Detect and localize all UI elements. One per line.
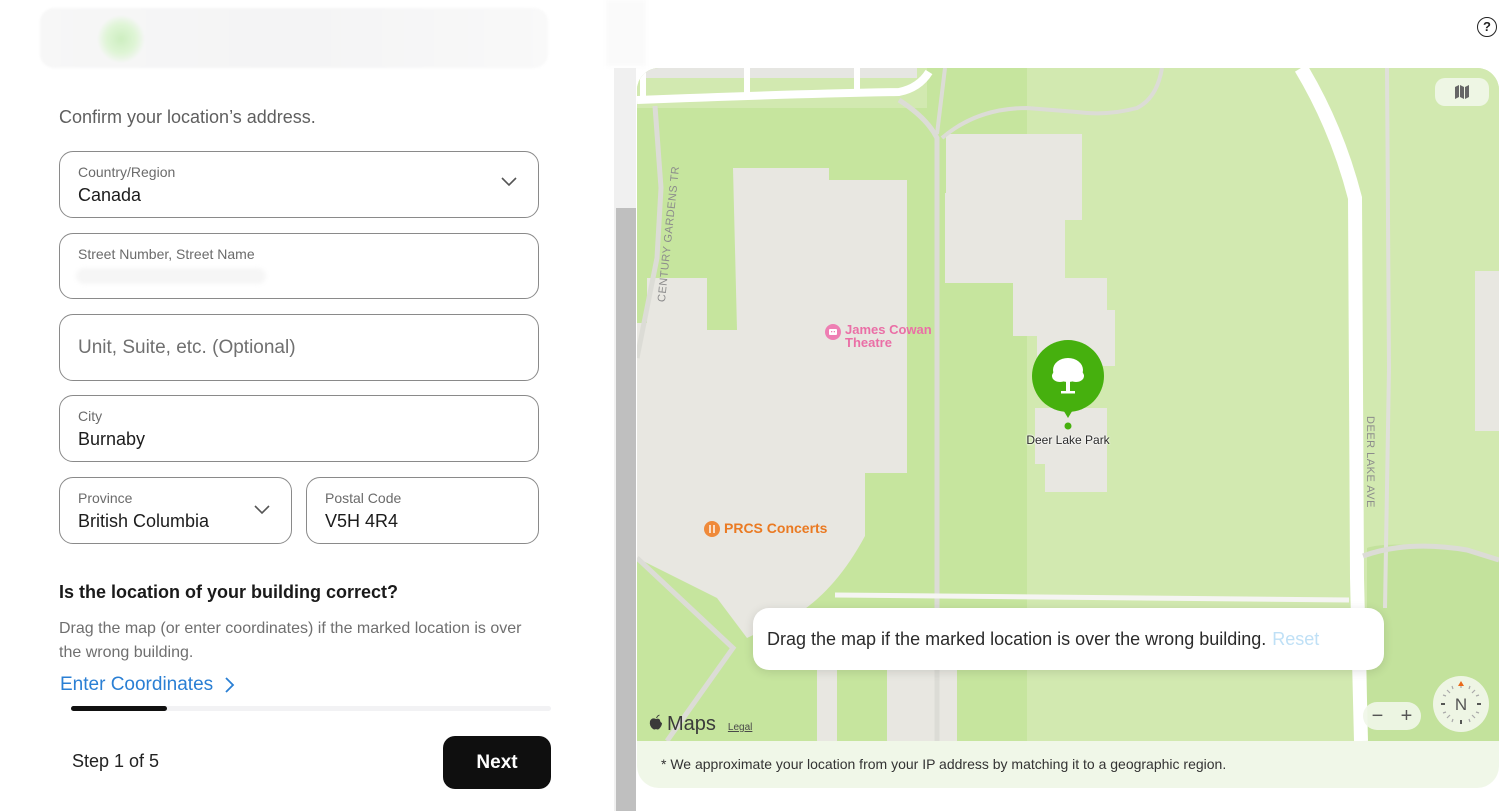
map-canvas[interactable]: CENTURY GARDENS TR DEER LAKE AVE James C… (637, 68, 1499, 741)
unit-placeholder: Unit, Suite, etc. (Optional) (78, 337, 296, 358)
compass-button[interactable]: N (1433, 676, 1489, 732)
building-footprint (887, 663, 957, 741)
park-name-label: Deer Lake Park (1026, 433, 1110, 447)
chevron-down-icon (501, 177, 517, 187)
chevron-down-icon (254, 505, 270, 515)
concerts-name: PRCS Concerts (724, 520, 828, 536)
building-footprint (637, 168, 907, 638)
province-select[interactable]: Province British Columbia (59, 477, 292, 544)
compass-icon: N (1441, 681, 1481, 724)
postal-code-value: V5H 4R4 (325, 511, 399, 531)
apple-logo-icon (649, 714, 662, 730)
city-label: City (78, 408, 103, 424)
province-value: British Columbia (78, 511, 210, 531)
building-footprint (1475, 271, 1499, 431)
theatre-name-line2: Theatre (845, 335, 892, 350)
postal-code-input[interactable]: Postal Code V5H 4R4 (306, 477, 539, 544)
country-select[interactable]: Country/Region Canada (59, 151, 539, 218)
drag-map-tip: Drag the map if the marked location is o… (753, 608, 1384, 670)
enter-coordinates-label: Enter Coordinates (60, 674, 214, 695)
apple-maps-attribution: Maps Legal (649, 713, 752, 736)
scrollbar-thumb[interactable] (616, 208, 636, 811)
street-label: Street Number, Street Name (78, 246, 255, 262)
street-value-redacted (76, 268, 266, 284)
street-input[interactable]: Street Number, Street Name (59, 233, 539, 299)
intro-text: Confirm your location’s address. (59, 107, 316, 127)
help-icon[interactable]: ? (1477, 17, 1497, 37)
path (935, 68, 947, 135)
legal-link[interactable]: Legal (728, 722, 752, 733)
maps-brand: Maps (667, 713, 716, 735)
street-label-deer-lake-ave: DEER LAKE AVE (1364, 416, 1376, 508)
blurred-header-edge (606, 0, 646, 66)
address-form-panel: Confirm your location’s address. Country… (0, 0, 614, 811)
country-label: Country/Region (78, 164, 176, 180)
drag-map-tip-text: Drag the map if the marked location is o… (767, 628, 1267, 649)
zoom-controls: − + (1363, 702, 1421, 730)
svg-text:N: N (1455, 695, 1467, 714)
postal-code-label: Postal Code (325, 490, 402, 506)
building-footprint (817, 660, 837, 741)
unit-input[interactable]: Unit, Suite, etc. (Optional) (59, 314, 539, 381)
map-panel: CENTURY GARDENS TR DEER LAKE AVE James C… (637, 68, 1499, 788)
poi-prcs-concerts[interactable]: PRCS Concerts (704, 520, 827, 537)
ip-location-disclaimer: * We approximate your location from your… (661, 756, 1227, 772)
blurred-logo (98, 16, 144, 62)
location-question-title: Is the location of your building correct… (59, 582, 399, 602)
city-input[interactable]: City Burnaby (59, 395, 539, 462)
province-label: Province (78, 490, 133, 506)
zoom-out-button[interactable]: − (1372, 706, 1384, 726)
country-value: Canada (78, 185, 142, 205)
city-value: Burnaby (78, 429, 146, 449)
step-progress-fill (71, 706, 167, 711)
reset-button[interactable]: Reset (1272, 629, 1319, 650)
building-footprint (945, 193, 1065, 283)
theatre-icon (825, 324, 841, 340)
scrollbar-track[interactable] (614, 68, 636, 811)
map-type-button[interactable] (1435, 78, 1489, 106)
step-progress-bar (71, 706, 551, 711)
building-area (637, 68, 917, 78)
restaurant-icon (704, 521, 720, 537)
enter-coordinates-link[interactable]: Enter Coordinates (60, 674, 235, 696)
chevron-right-icon (225, 677, 235, 693)
next-button[interactable]: Next (443, 736, 551, 789)
step-indicator: Step 1 of 5 (72, 751, 160, 771)
zoom-in-button[interactable]: + (1401, 706, 1413, 726)
poi-james-cowan-theatre[interactable]: James Cowan Theatre (825, 323, 932, 349)
blurred-header (40, 8, 548, 68)
location-pin-marker[interactable] (1032, 340, 1104, 430)
map-icon (1455, 85, 1469, 99)
location-question-description: Drag the map (or enter coordinates) if t… (59, 620, 522, 661)
